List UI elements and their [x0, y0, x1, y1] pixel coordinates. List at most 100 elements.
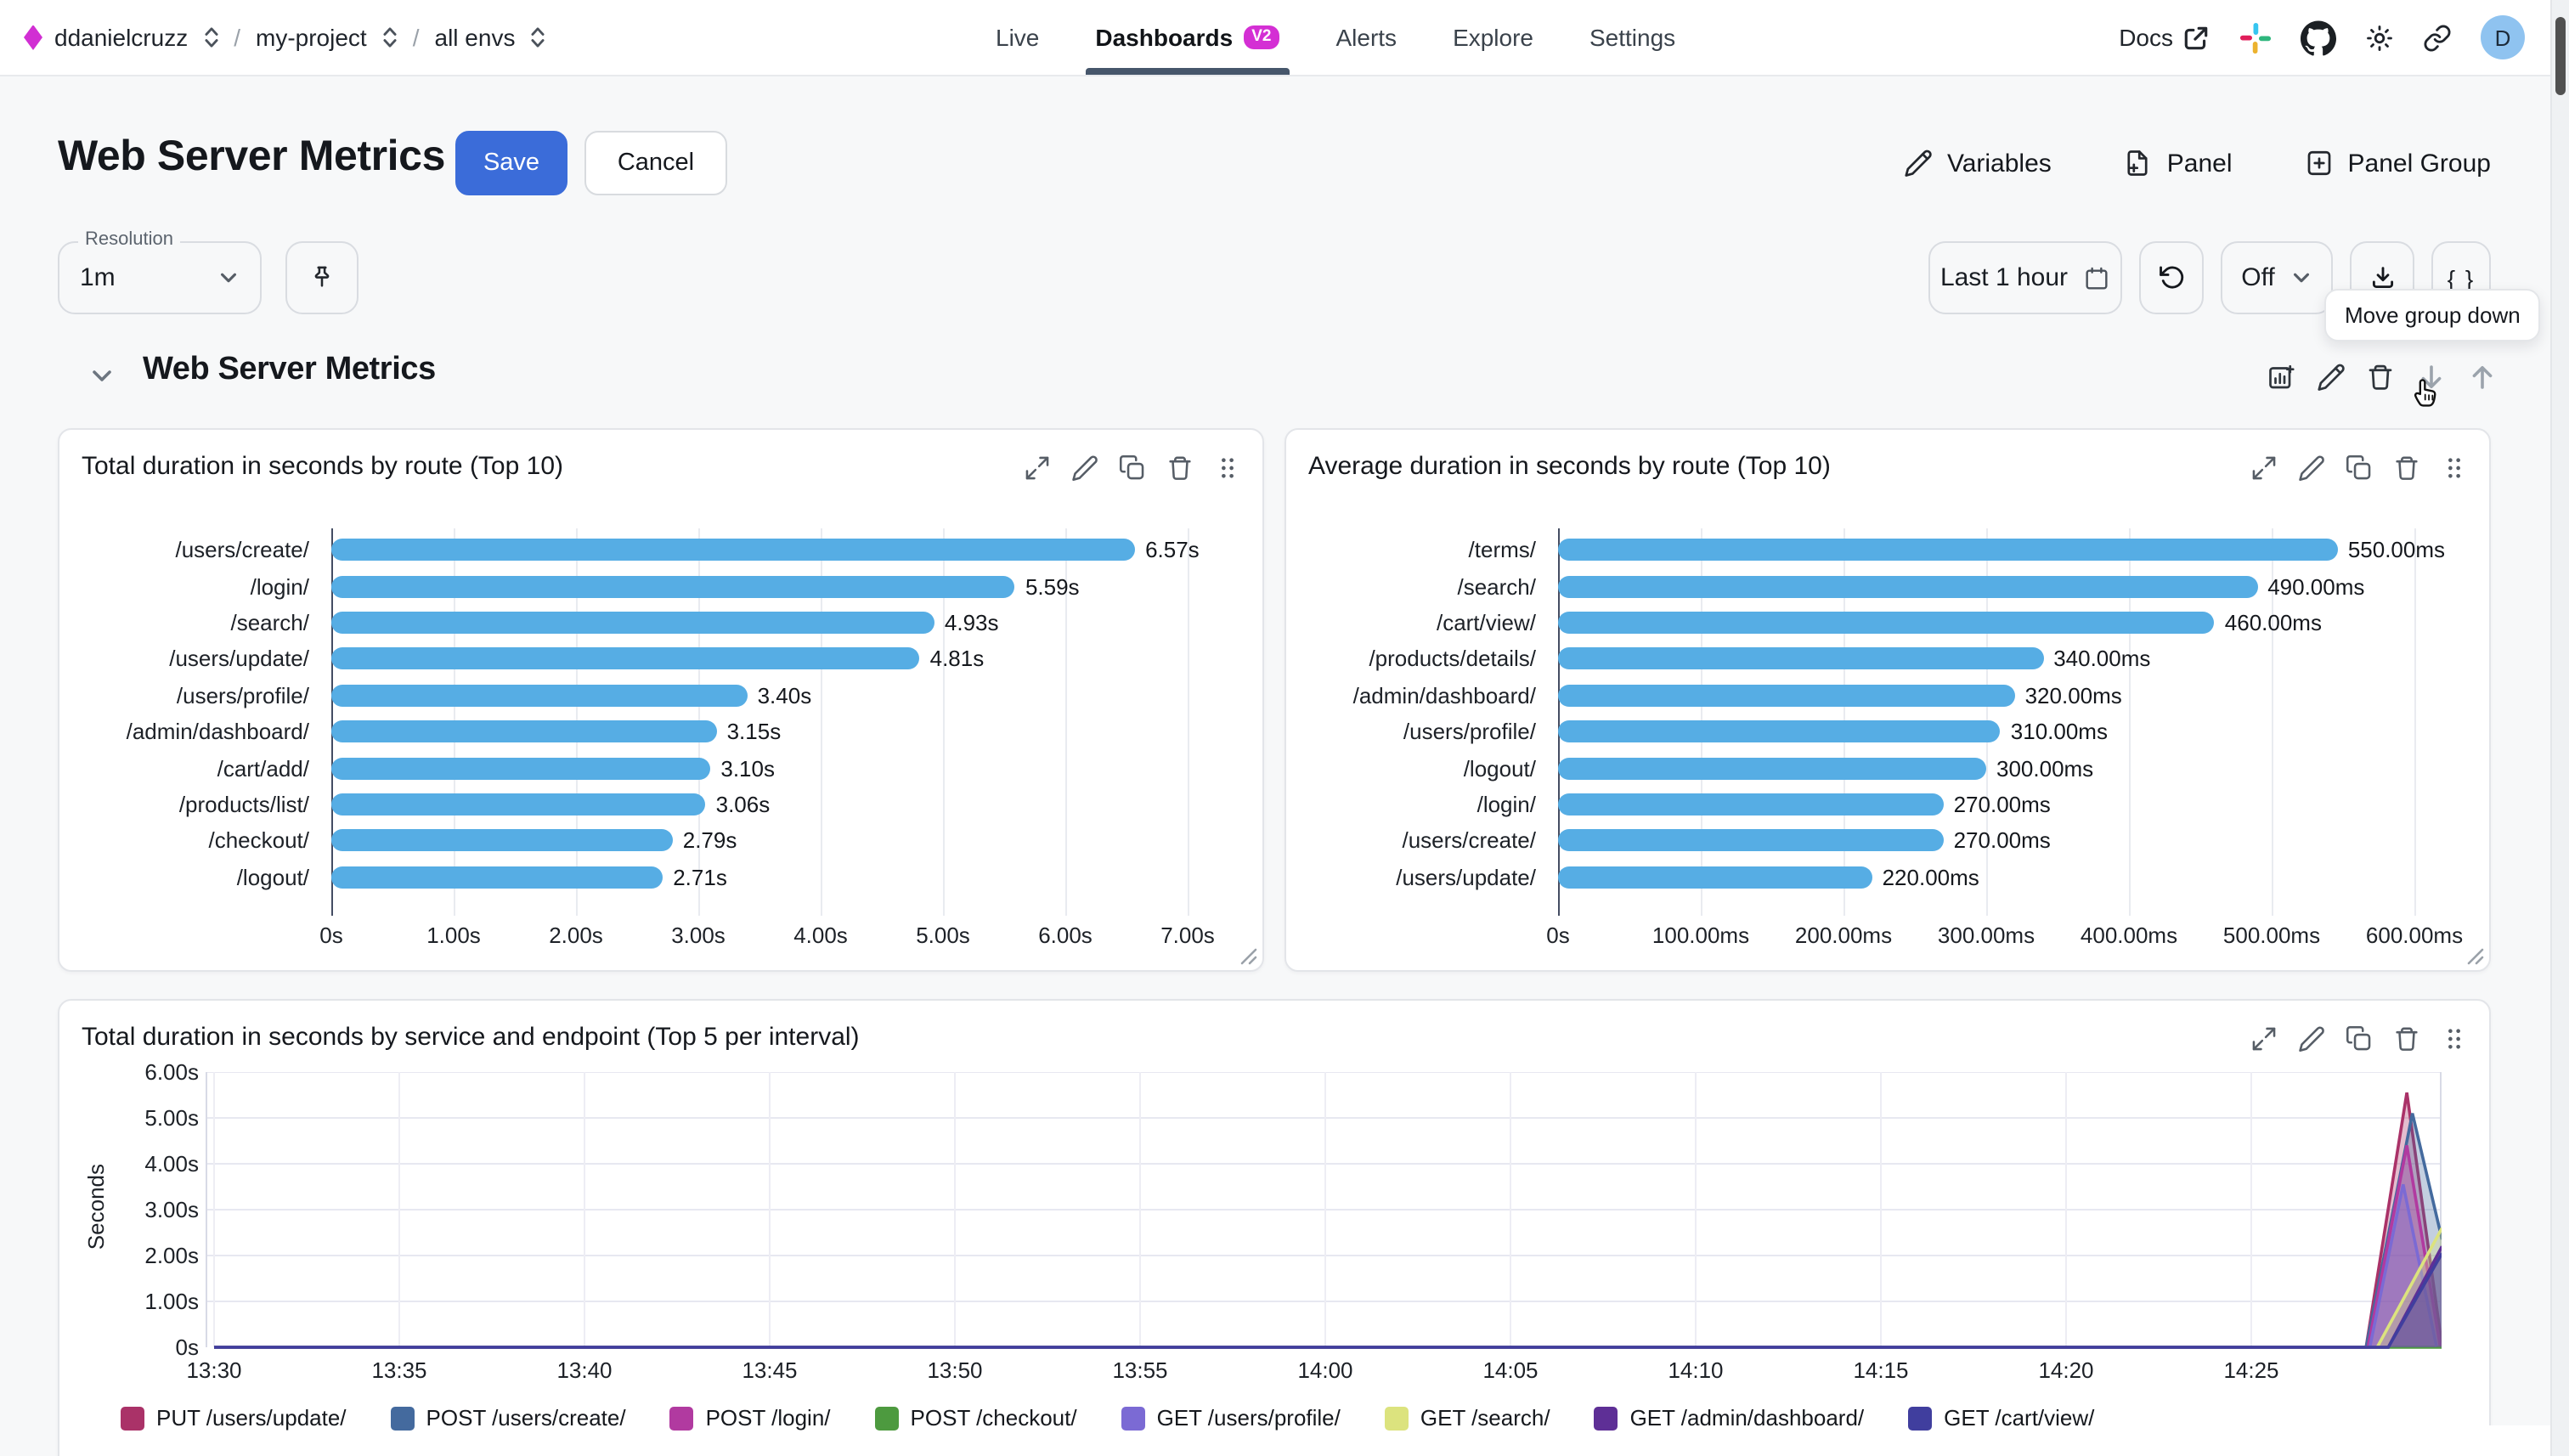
env-switcher-icon[interactable] [530, 25, 545, 49]
legend-item[interactable]: GET /cart/view/ [1908, 1405, 2094, 1431]
resize-corner-icon[interactable] [2467, 948, 2484, 965]
bar[interactable] [1558, 539, 2338, 561]
nav-item-dashboards[interactable]: Dashboards V2 [1095, 0, 1279, 75]
delete-icon[interactable] [2392, 454, 2421, 483]
bar[interactable] [331, 793, 706, 815]
vertical-scrollbar-thumb[interactable] [2555, 17, 2566, 95]
add-panel-button[interactable]: Panel [2123, 148, 2233, 178]
bar[interactable] [1558, 648, 2043, 670]
group-add-panel-icon[interactable] [2267, 362, 2297, 392]
bar[interactable] [331, 648, 920, 670]
bar[interactable] [331, 539, 1135, 561]
edit-icon[interactable] [1070, 454, 1099, 483]
bar[interactable] [1558, 757, 1986, 779]
group-collapse-chevron-icon[interactable] [88, 362, 116, 389]
x-axis-tick-label: 13:55 [1112, 1357, 1167, 1383]
bar[interactable] [1558, 575, 2257, 597]
resolution-select[interactable]: 1m [58, 241, 262, 314]
refresh-button[interactable] [2139, 241, 2204, 314]
auto-refresh-select[interactable]: Off [2221, 241, 2333, 314]
bar-row: 2.71s [331, 864, 1218, 889]
legend-label: GET /search/ [1420, 1405, 1550, 1431]
breadcrumb-env[interactable]: all envs [435, 24, 516, 51]
nav-item-settings[interactable]: Settings [1589, 0, 1675, 75]
bar[interactable] [331, 720, 717, 742]
x-axis-tick-label: 14:00 [1297, 1357, 1352, 1383]
org-switcher-icon[interactable] [203, 25, 218, 49]
nav-item-live[interactable]: Live [996, 0, 1039, 75]
legend-item[interactable]: GET /search/ [1385, 1405, 1550, 1431]
drag-handle-icon[interactable] [2440, 454, 2469, 483]
external-link-icon [2182, 23, 2210, 52]
nav-item-alerts[interactable]: Alerts [1335, 0, 1397, 75]
legend-item[interactable]: GET /admin/dashboard/ [1595, 1405, 1865, 1431]
bar-value-label: 5.59s [1025, 573, 1080, 599]
legend-item[interactable]: GET /users/profile/ [1121, 1405, 1341, 1431]
legend-label: POST /checkout/ [911, 1405, 1077, 1431]
bar[interactable] [331, 612, 934, 634]
duplicate-icon[interactable] [2345, 1024, 2374, 1053]
vertical-scrollbar-track[interactable] [2550, 0, 2569, 1456]
bar[interactable] [1558, 612, 2215, 634]
expand-icon[interactable] [1023, 454, 1052, 483]
x-axis-tick-label: 13:35 [371, 1357, 426, 1383]
bar[interactable] [331, 757, 710, 779]
bar[interactable] [1558, 866, 1872, 888]
theme-toggle-sun-icon[interactable] [2365, 23, 2394, 52]
bar-row: 340.00ms [1558, 646, 2445, 672]
cancel-button[interactable]: Cancel [584, 131, 727, 195]
legend-item[interactable]: POST /login/ [670, 1405, 831, 1431]
bar[interactable] [331, 685, 748, 707]
bar[interactable] [331, 866, 663, 888]
time-range-picker[interactable]: Last 1 hour [1928, 241, 2122, 314]
group-move-up-icon[interactable] [2467, 362, 2498, 392]
edit-icon[interactable] [2297, 454, 2326, 483]
expand-icon[interactable] [2250, 1024, 2278, 1053]
slack-icon[interactable] [2239, 21, 2272, 54]
delete-icon[interactable] [2392, 1024, 2421, 1053]
legend-item[interactable]: POST /users/create/ [391, 1405, 626, 1431]
bar[interactable] [1558, 685, 2015, 707]
share-link-icon[interactable] [2423, 23, 2452, 52]
bar[interactable] [1558, 793, 1944, 815]
user-avatar[interactable]: D [2481, 15, 2525, 59]
time-series-plot [206, 1072, 2442, 1349]
bar-rows: 6.57s5.59s4.93s4.81s3.40s3.15s3.10s3.06s… [331, 532, 1218, 895]
bar[interactable] [1558, 830, 1944, 852]
github-icon[interactable] [2301, 20, 2336, 55]
bar[interactable] [331, 575, 1015, 597]
breadcrumb-org[interactable]: ddanielcruzz [54, 24, 188, 51]
variables-button[interactable]: Variables [1903, 148, 2052, 178]
bar-value-label: 300.00ms [1996, 755, 2093, 781]
edit-icon[interactable] [2297, 1024, 2326, 1053]
save-button[interactable]: Save [455, 131, 567, 195]
delete-icon[interactable] [1166, 454, 1194, 483]
nav-item-explore[interactable]: Explore [1453, 0, 1533, 75]
bar[interactable] [331, 830, 673, 852]
bar-value-label: 550.00ms [2348, 537, 2445, 562]
x-axis-tick-label: 300.00ms [1938, 923, 2035, 948]
pin-button[interactable] [285, 241, 359, 314]
expand-icon[interactable] [2250, 454, 2278, 483]
bar-category-label: /users/create/ [80, 537, 331, 562]
square-plus-icon [2304, 148, 2335, 178]
add-panel-group-button[interactable]: Panel Group [2304, 148, 2491, 178]
y-axis-tick-label: 6.00s [144, 1059, 199, 1085]
file-plus-icon [2123, 148, 2154, 178]
resize-corner-icon[interactable] [1240, 948, 1257, 965]
group-delete-icon[interactable] [2365, 362, 2396, 392]
group-edit-icon[interactable] [2316, 362, 2346, 392]
bar[interactable] [1558, 720, 2001, 742]
project-switcher-icon[interactable] [382, 25, 398, 49]
legend-item[interactable]: PUT /users/update/ [121, 1405, 347, 1431]
docs-link[interactable]: Docs [2119, 23, 2210, 52]
panel-title: Average duration in seconds by route (To… [1308, 452, 1831, 481]
breadcrumb-project[interactable]: my-project [256, 24, 367, 51]
duplicate-icon[interactable] [2345, 454, 2374, 483]
duplicate-icon[interactable] [1118, 454, 1147, 483]
drag-handle-icon[interactable] [2440, 1024, 2469, 1053]
drag-handle-icon[interactable] [1213, 454, 1242, 483]
legend-item[interactable]: POST /checkout/ [875, 1405, 1077, 1431]
bar-value-label: 220.00ms [1883, 864, 1979, 889]
move-group-down-tooltip: Move group down [2324, 289, 2541, 341]
